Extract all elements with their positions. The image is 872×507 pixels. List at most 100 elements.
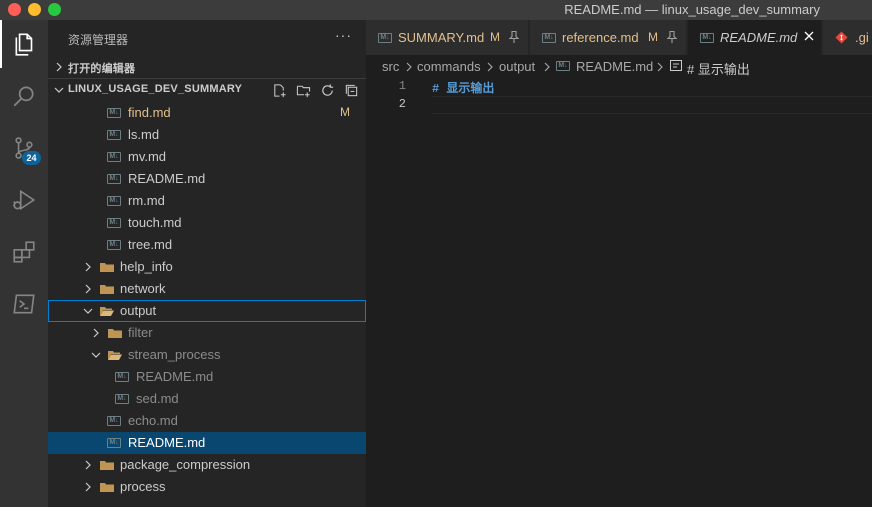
- tree-item-label: process: [120, 479, 166, 494]
- activity-terminal[interactable]: [0, 280, 48, 328]
- activity-source-control[interactable]: 24: [0, 124, 48, 172]
- breadcrumb-item[interactable]: output: [499, 59, 535, 74]
- folder-open-icon: [100, 307, 114, 316]
- markdown-file-icon: M↓: [107, 130, 121, 140]
- collapse-all-button[interactable]: [342, 81, 360, 99]
- tree-item-label: stream_process: [128, 347, 221, 362]
- tab-readme-active[interactable]: M↓ README.md: [688, 20, 822, 55]
- chevron-right-icon: [487, 62, 493, 72]
- markdown-file-icon: M↓: [107, 438, 121, 448]
- new-folder-icon: [296, 85, 310, 97]
- line-number: 1: [398, 79, 406, 93]
- chevron-down-icon: [54, 87, 64, 93]
- folder-open-icon: [108, 351, 122, 360]
- code-line[interactable]: # 显示输出: [432, 79, 494, 96]
- tab-label: README.md: [720, 30, 798, 45]
- chevron-right-icon: [85, 284, 91, 294]
- breadcrumb-item[interactable]: src: [382, 59, 399, 74]
- breadcrumb: src commands output M↓ README.md # 显示输出: [366, 55, 872, 77]
- markdown-file-icon: M↓: [107, 196, 121, 206]
- refresh-button[interactable]: [318, 81, 336, 99]
- tree-item-label: sed.md: [136, 391, 179, 406]
- window-maximize-button[interactable]: [48, 3, 61, 16]
- line-number: 2: [398, 97, 406, 111]
- tab-status: M: [648, 30, 658, 44]
- chevron-right-icon: [85, 262, 91, 272]
- search-icon: [13, 86, 34, 107]
- code-editor[interactable]: 1 # 显示输出 2: [366, 77, 872, 507]
- tree-item-label: output: [120, 303, 157, 318]
- close-icon[interactable]: [802, 29, 816, 43]
- tree-item-file[interactable]: M↓ ls.md: [48, 124, 366, 146]
- new-file-button[interactable]: [270, 81, 288, 99]
- tree-item-folder[interactable]: process: [48, 476, 366, 498]
- open-editors-section[interactable]: 打开的编辑器: [48, 56, 366, 78]
- breadcrumb-item[interactable]: README.md: [576, 59, 653, 74]
- explorer-sidebar: 资源管理器 ··· 打开的编辑器 LINUX_USAGE_DEV_SUMMARY: [48, 20, 366, 507]
- folder-icon: [108, 329, 122, 338]
- markdown-file-icon: M↓: [378, 33, 392, 43]
- extensions-icon: [13, 241, 35, 263]
- tab-reference[interactable]: M↓ reference.md M: [530, 20, 687, 55]
- chevron-right-icon: [85, 460, 91, 470]
- pin-icon[interactable]: [666, 30, 678, 44]
- tree-item-folder[interactable]: network: [48, 278, 366, 300]
- tree-item-file[interactable]: M↓ rm.md: [48, 190, 366, 212]
- markdown-file-icon: M↓: [700, 33, 714, 43]
- markdown-file-icon: M↓: [115, 394, 129, 404]
- tree-item-folder[interactable]: help_info: [48, 256, 366, 278]
- chevron-right-icon: [85, 482, 91, 492]
- activity-run-debug[interactable]: [0, 176, 48, 224]
- tree-item-file[interactable]: M↓ find.md M: [48, 102, 366, 124]
- tab-label: .gi: [855, 30, 869, 45]
- source-control-badge: 24: [22, 151, 41, 165]
- activity-search[interactable]: [0, 72, 48, 120]
- tab-gitignore[interactable]: .gi: [823, 20, 872, 55]
- chevron-down-icon: [83, 308, 93, 314]
- tree-item-file-selected[interactable]: M↓ README.md: [48, 432, 366, 454]
- terminal-icon: [13, 294, 35, 314]
- tree-item-file[interactable]: M↓ sed.md: [48, 388, 366, 410]
- pin-icon[interactable]: [508, 30, 520, 44]
- breadcrumb-item[interactable]: commands: [417, 59, 481, 74]
- editor-tabs: M↓ SUMMARY.md M M↓ reference.md M M↓ REA…: [366, 20, 872, 55]
- tree-item-folder[interactable]: output: [48, 300, 366, 322]
- markdown-file-icon: M↓: [542, 33, 556, 43]
- breadcrumb-symbol[interactable]: # 显示输出: [687, 59, 750, 78]
- tree-item-label: README.md: [128, 435, 206, 450]
- markdown-file-icon: M↓: [107, 240, 121, 250]
- git-icon: [835, 31, 848, 44]
- activity-extensions[interactable]: [0, 228, 48, 276]
- tree-item-file[interactable]: M↓ README.md: [48, 168, 366, 190]
- tree-item-file[interactable]: M↓ README.md: [48, 366, 366, 388]
- tree-item-file[interactable]: M↓ touch.md: [48, 212, 366, 234]
- tree-item-folder[interactable]: filter: [48, 322, 366, 344]
- tree-item-label: README.md: [128, 171, 206, 186]
- tree-item-label: find.md: [128, 105, 171, 120]
- tab-status: M: [490, 30, 500, 44]
- tab-summary[interactable]: M↓ SUMMARY.md M: [366, 20, 529, 55]
- folder-icon: [100, 461, 114, 470]
- chevron-right-icon: [657, 62, 663, 72]
- symbol-string-icon: [670, 60, 682, 71]
- activity-explorer[interactable]: [0, 20, 48, 68]
- window-close-button[interactable]: [8, 3, 21, 16]
- title-bar: README.md — linux_usage_dev_summary: [0, 0, 872, 20]
- tree-item-file[interactable]: M↓ mv.md: [48, 146, 366, 168]
- tree-item-folder[interactable]: stream_process: [48, 344, 366, 366]
- explorer-icon: [15, 33, 33, 56]
- tree-item-label: network: [120, 281, 166, 296]
- tree-item-folder[interactable]: package_compression: [48, 454, 366, 476]
- window-title: README.md — linux_usage_dev_summary: [564, 2, 820, 17]
- more-actions-icon[interactable]: ···: [335, 27, 352, 43]
- window-minimize-button[interactable]: [28, 3, 41, 16]
- tree-item-label: echo.md: [128, 413, 178, 428]
- tree-item-file[interactable]: M↓ tree.md: [48, 234, 366, 256]
- folder-icon: [100, 263, 114, 272]
- tree-item-file[interactable]: M↓ echo.md: [48, 410, 366, 432]
- new-folder-button[interactable]: [294, 81, 312, 99]
- workspace-section[interactable]: LINUX_USAGE_DEV_SUMMARY: [48, 78, 366, 100]
- tab-label: SUMMARY.md: [398, 30, 485, 45]
- folder-icon: [100, 483, 114, 492]
- markdown-file-icon: M↓: [107, 152, 121, 162]
